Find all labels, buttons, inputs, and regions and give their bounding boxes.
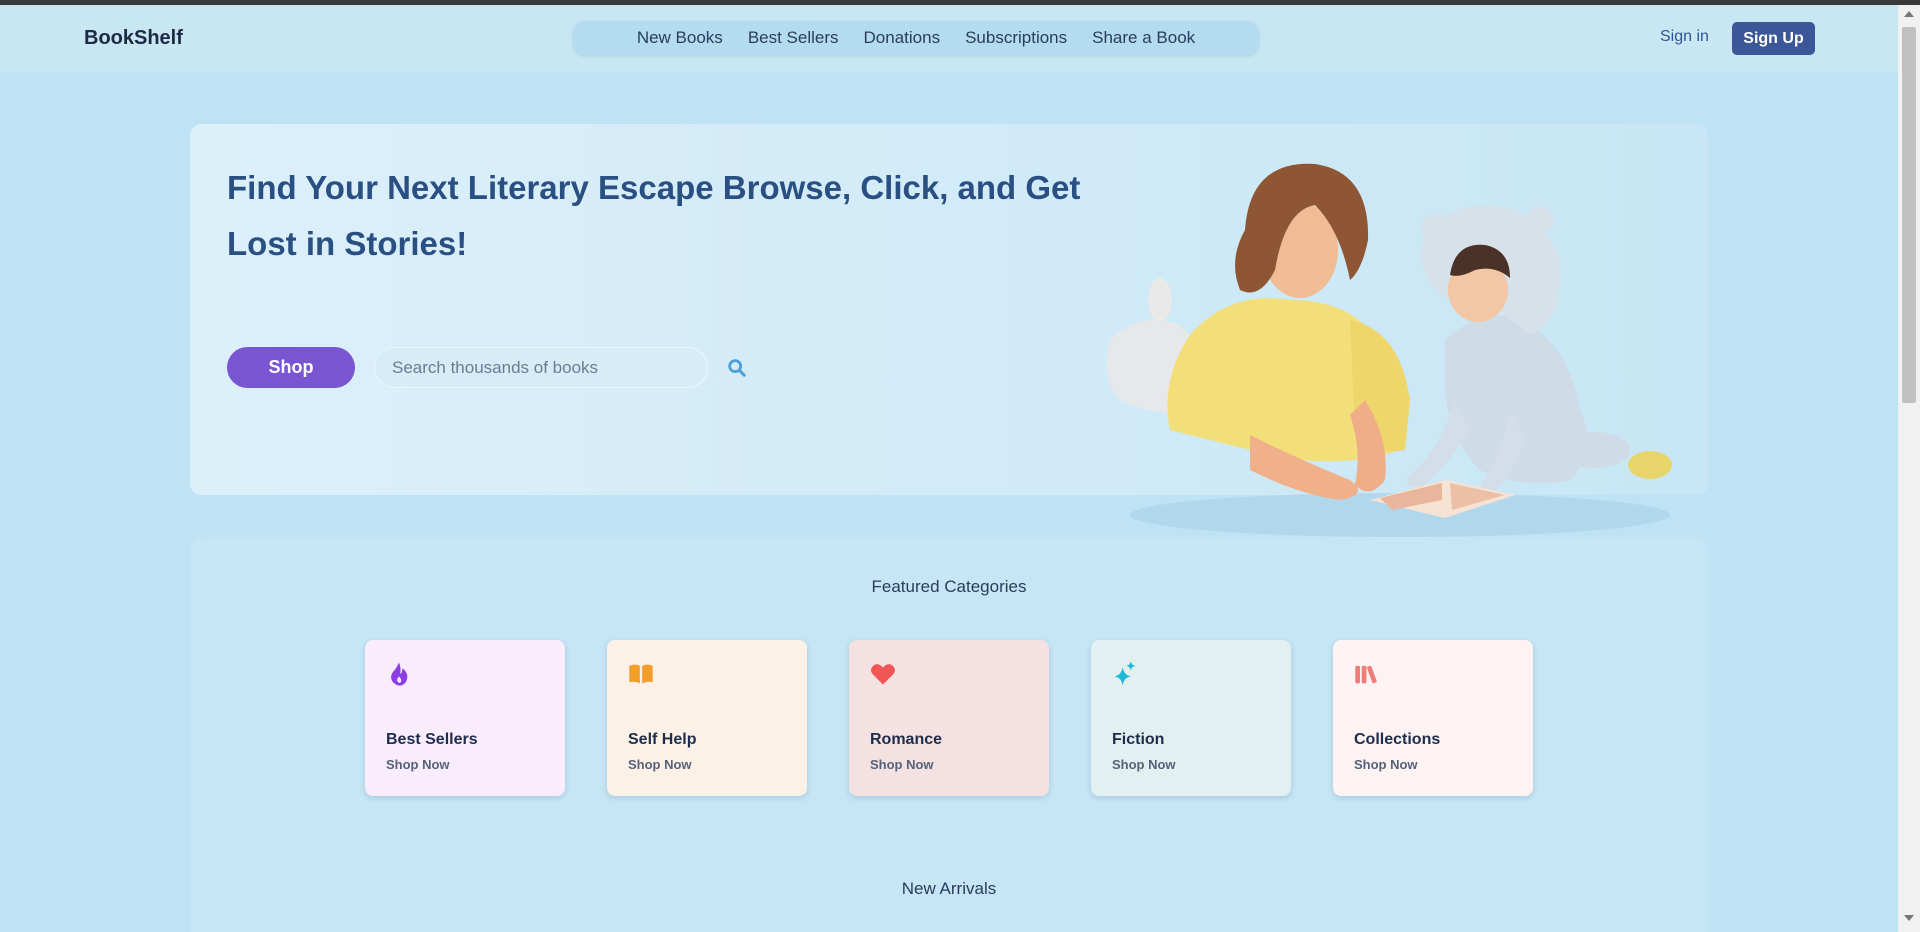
sign-in-link[interactable]: Sign in (1660, 28, 1709, 46)
nav-best-sellers[interactable]: Best Sellers (748, 28, 839, 48)
category-title: Romance (870, 731, 943, 748)
category-title: Collections (1354, 731, 1441, 748)
nav-share-a-book[interactable]: Share a Book (1092, 28, 1195, 48)
main-nav: New Books Best Sellers Donations Subscri… (573, 21, 1259, 55)
heart-icon (871, 664, 895, 685)
hero-banner: Find Your Next Literary Escape Browse, C… (190, 124, 1708, 537)
fire-icon (391, 662, 408, 686)
scroll-down-arrow-icon[interactable] (1904, 915, 1914, 921)
category-card-collections[interactable]: Collections Shop Now (1333, 640, 1533, 796)
sparkles-icon (1114, 661, 1136, 686)
page-scrollbar[interactable] (1898, 5, 1920, 932)
shop-button[interactable]: Shop (227, 347, 355, 388)
nav-new-books[interactable]: New Books (637, 28, 723, 48)
new-arrivals-title: New Arrivals (901, 879, 997, 898)
category-title: Best Sellers (386, 731, 478, 748)
books-icon (1355, 665, 1377, 684)
category-card-fiction[interactable]: Fiction Shop Now (1091, 640, 1291, 796)
scroll-up-arrow-icon[interactable] (1904, 11, 1914, 17)
reading-illustration (1106, 163, 1672, 537)
shop-now-link[interactable]: Shop Now (1112, 757, 1176, 772)
featured-categories-title: Featured Categories (871, 577, 1027, 596)
shop-now-link[interactable]: Shop Now (628, 757, 692, 772)
category-title: Self Help (628, 731, 697, 748)
search-icon[interactable] (726, 357, 748, 379)
scrollbar-thumb[interactable] (1902, 27, 1916, 403)
nav-donations[interactable]: Donations (864, 28, 941, 48)
category-card-self-help[interactable]: Self Help Shop Now (607, 640, 807, 796)
search-input[interactable] (374, 347, 708, 388)
category-card-best-sellers[interactable]: Best Sellers Shop Now (365, 640, 565, 796)
hero-title: Find Your Next Literary Escape Browse, C… (227, 169, 1081, 262)
category-card-romance[interactable]: Romance Shop Now (849, 640, 1049, 796)
sign-up-button[interactable]: Sign Up (1732, 22, 1815, 55)
featured-categories-section: Featured Categories Best Sellers Shop No… (190, 537, 1708, 932)
site-header: BookShelf New Books Best Sellers Donatio… (0, 5, 1898, 72)
shop-now-link[interactable]: Shop Now (870, 757, 934, 772)
brand-logo[interactable]: BookShelf (84, 27, 183, 50)
category-title: Fiction (1112, 731, 1165, 748)
nav-subscriptions[interactable]: Subscriptions (965, 28, 1067, 48)
open-book-icon (629, 664, 653, 684)
shop-now-link[interactable]: Shop Now (386, 757, 450, 772)
shop-now-link[interactable]: Shop Now (1354, 757, 1418, 772)
